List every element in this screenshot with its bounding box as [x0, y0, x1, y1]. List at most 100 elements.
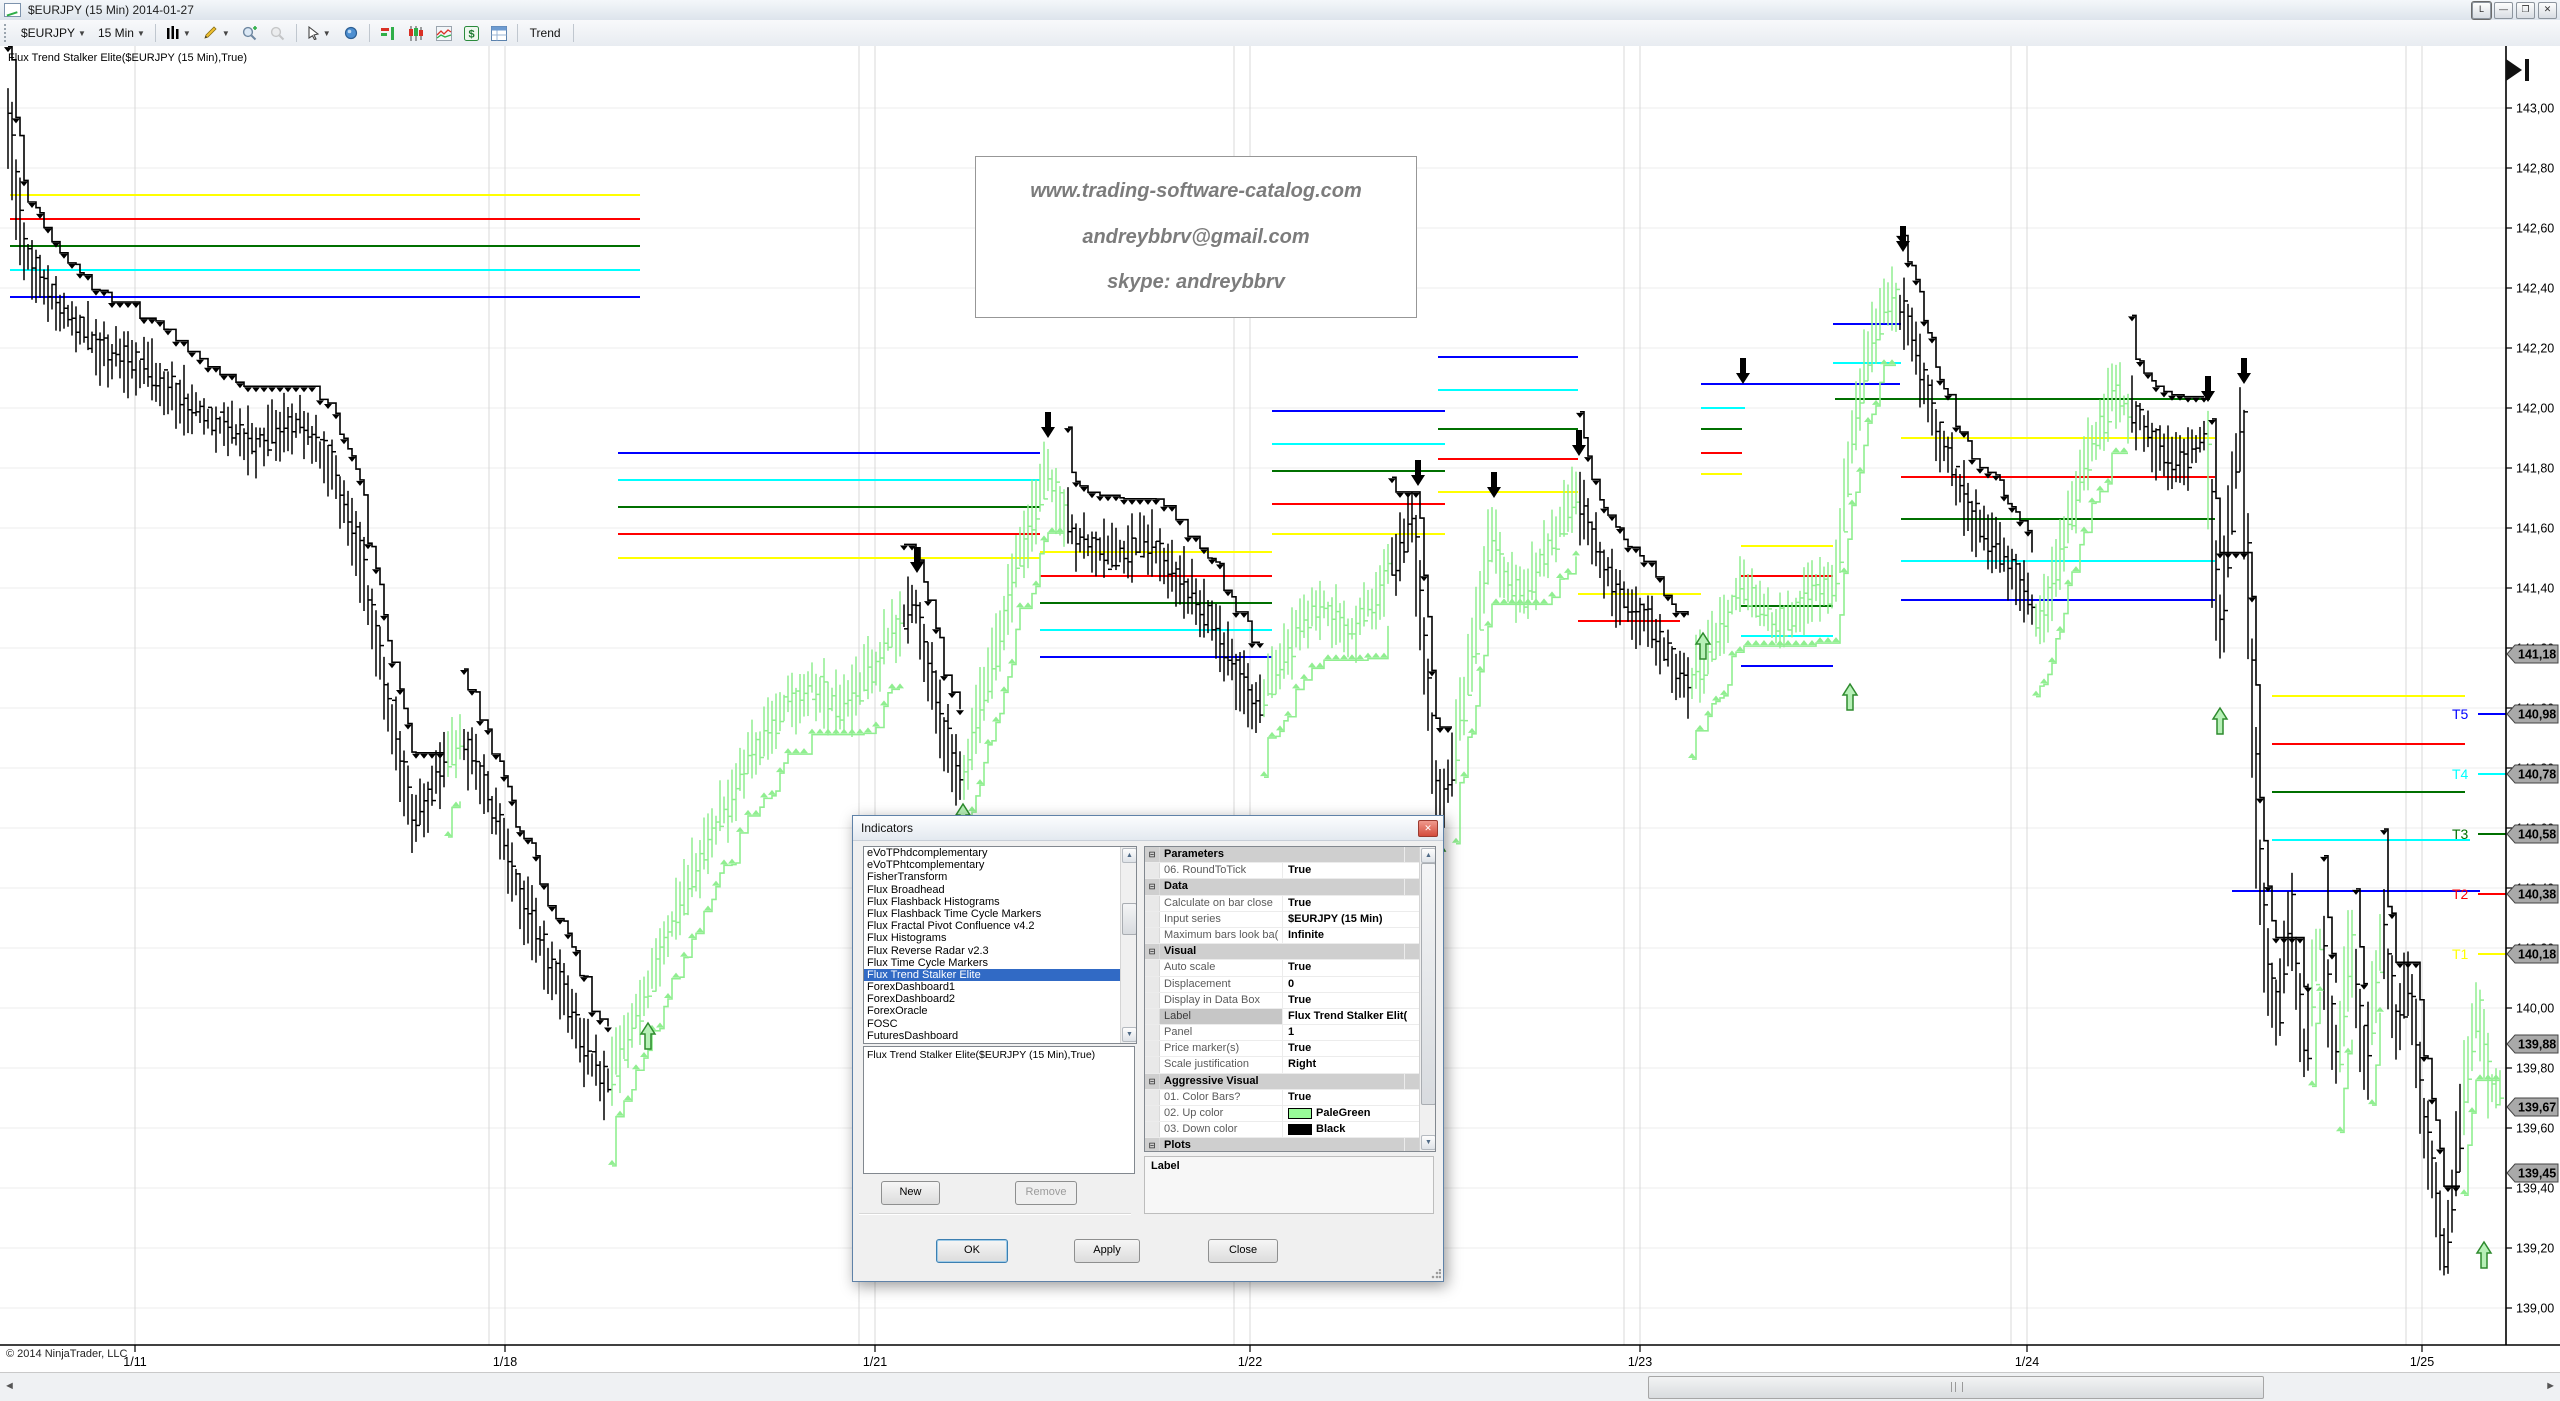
scroll-down-icon[interactable]: ▼	[1421, 1135, 1436, 1150]
property-row[interactable]: Maximum bars look ba(Infinite	[1145, 928, 1420, 944]
scrollbar-thumb[interactable]	[1122, 903, 1137, 935]
indicator-list-item[interactable]: Flux Time Cycle Markers	[864, 957, 1121, 969]
scroll-up-icon[interactable]: ▲	[1421, 848, 1436, 863]
indicator-list-item[interactable]: FisherTransform	[864, 871, 1121, 883]
scroll-right-icon[interactable]: ►	[2545, 1380, 2556, 1392]
property-value[interactable]: True	[1283, 1041, 1420, 1056]
scroll-left-icon[interactable]: ◄	[4, 1380, 15, 1392]
chart-window-button[interactable]	[402, 22, 430, 44]
go-to-last-bar-icon[interactable]	[2504, 56, 2538, 84]
draw-tool-dropdown[interactable]: ▼	[197, 22, 236, 44]
property-value[interactable]: 1	[1283, 1025, 1420, 1040]
scrollbar-thumb[interactable]	[1421, 863, 1436, 1105]
apply-button[interactable]: Apply	[1074, 1239, 1140, 1263]
cursor-dropdown[interactable]: ▼	[301, 22, 337, 44]
new-button[interactable]: New	[881, 1181, 940, 1205]
trend-tool-button[interactable]: Trend	[522, 24, 569, 42]
property-row[interactable]: Displacement0	[1145, 977, 1420, 993]
property-value[interactable]: True	[1283, 993, 1420, 1008]
property-row[interactable]: 03. Down colorBlack	[1145, 1122, 1420, 1138]
scroll-up-icon[interactable]: ▲	[1122, 848, 1137, 863]
property-row[interactable]: 06. RoundToTickTrue	[1145, 863, 1420, 879]
property-grid[interactable]: ⊟Parameters06. RoundToTickTrue⊟DataCalcu…	[1144, 846, 1436, 1152]
collapse-icon[interactable]: ⊟	[1145, 847, 1160, 862]
data-box-button[interactable]	[337, 22, 365, 44]
property-grid-scrollbar[interactable]: ▲ ▼	[1419, 847, 1435, 1151]
property-value[interactable]: Flux Trend Stalker Elit(	[1283, 1009, 1420, 1024]
property-category-row[interactable]: ⊟Visual	[1145, 944, 1420, 960]
property-row[interactable]: Panel1	[1145, 1025, 1420, 1041]
indicator-list-item[interactable]: Flux Fractal Pivot Confluence v4.2	[864, 920, 1121, 932]
zoom-out-button[interactable]	[264, 22, 292, 44]
indicator-list-item[interactable]: FOSC	[864, 1018, 1121, 1030]
dialog-close-button[interactable]: ✕	[1418, 820, 1438, 837]
collapse-icon[interactable]: ⊟	[1145, 1138, 1160, 1152]
indicator-list-item[interactable]: eVoTPhdcomplementary	[864, 847, 1121, 859]
indicator-list-item[interactable]: Flux Trend Stalker Elite	[864, 969, 1121, 981]
scrollbar-thumb[interactable]	[1648, 1376, 2264, 1399]
property-value[interactable]: Infinite	[1283, 928, 1420, 943]
property-row[interactable]: 02. Up colorPaleGreen	[1145, 1106, 1420, 1122]
property-category-row[interactable]: ⊟Plots	[1145, 1138, 1420, 1152]
property-value[interactable]: PaleGreen	[1283, 1106, 1420, 1121]
remove-button[interactable]: Remove	[1015, 1181, 1077, 1205]
property-row[interactable]: Scale justificationRight	[1145, 1057, 1420, 1073]
account-button[interactable]: $	[458, 22, 485, 44]
panel-button[interactable]	[485, 22, 513, 44]
market-analyzer-button[interactable]	[374, 22, 402, 44]
resize-grip[interactable]	[1431, 1269, 1441, 1279]
property-row[interactable]: Display in Data BoxTrue	[1145, 993, 1420, 1009]
property-category-row[interactable]: ⊟Parameters	[1145, 847, 1420, 863]
indicator-list-item[interactable]: ForexOracle	[864, 1005, 1121, 1017]
property-category-row[interactable]: ⊟Data	[1145, 879, 1420, 895]
property-value[interactable]: True	[1283, 960, 1420, 975]
indicators-dialog[interactable]: Indicators ✕ eVoTPhdcomplementaryeVoTPht…	[852, 815, 1444, 1282]
link-button[interactable]: L	[2472, 2, 2491, 19]
chart-style-button[interactable]	[430, 22, 458, 44]
indicator-list-item[interactable]: ForexDashboard1	[864, 981, 1121, 993]
property-value[interactable]: $EURJPY (15 Min)	[1283, 912, 1420, 927]
property-value[interactable]: True	[1283, 896, 1420, 911]
interval-dropdown[interactable]: 15 Min ▼	[92, 22, 151, 44]
property-value[interactable]: 0	[1283, 977, 1420, 992]
property-category-row[interactable]: ⊟Aggressive Visual	[1145, 1074, 1420, 1090]
configured-indicators-box[interactable]: Flux Trend Stalker Elite($EURJPY (15 Min…	[863, 1046, 1135, 1174]
property-row[interactable]: Input series$EURJPY (15 Min)	[1145, 912, 1420, 928]
zoom-in-button[interactable]	[236, 22, 264, 44]
property-value[interactable]: True	[1283, 1090, 1420, 1105]
indicator-list-item[interactable]: Flux Flashback Time Cycle Markers	[864, 908, 1121, 920]
property-value[interactable]: Black	[1283, 1122, 1420, 1137]
indicator-list-scrollbar[interactable]: ▲ ▼	[1120, 847, 1136, 1043]
property-value[interactable]: Right	[1283, 1057, 1420, 1072]
close-button[interactable]: Close	[1208, 1239, 1278, 1263]
indicator-list-item[interactable]: ForexDashboard2	[864, 993, 1121, 1005]
indicator-list-item[interactable]: Flux Flashback Histograms	[864, 896, 1121, 908]
indicator-list-item[interactable]: Flux Broadhead	[864, 884, 1121, 896]
dialog-titlebar[interactable]: Indicators ✕	[853, 816, 1443, 841]
collapse-icon[interactable]: ⊟	[1145, 879, 1160, 894]
property-value[interactable]: True	[1283, 863, 1420, 878]
property-row[interactable]: LabelFlux Trend Stalker Elit(	[1145, 1009, 1420, 1025]
collapse-icon[interactable]: ⊟	[1145, 1074, 1160, 1089]
collapse-icon[interactable]: ⊟	[1145, 944, 1160, 959]
toolbar-grip[interactable]	[4, 24, 11, 42]
horizontal-scrollbar[interactable]: ◄ ►	[0, 1372, 2560, 1401]
property-row[interactable]: 01. Color Bars?True	[1145, 1090, 1420, 1106]
indicator-list-item[interactable]: Flux Histograms	[864, 932, 1121, 944]
property-row[interactable]: Calculate on bar closeTrue	[1145, 896, 1420, 912]
indicator-list-item[interactable]: FuturesDashboard	[864, 1030, 1121, 1042]
configured-indicator-entry[interactable]: Flux Trend Stalker Elite($EURJPY (15 Min…	[867, 1049, 1095, 1061]
ok-button[interactable]: OK	[936, 1239, 1008, 1263]
close-button[interactable]: ✕	[2538, 2, 2557, 19]
minimize-button[interactable]: —	[2494, 2, 2513, 19]
indicator-list-item[interactable]: eVoTPhtcomplementary	[864, 859, 1121, 871]
instrument-dropdown[interactable]: $EURJPY ▼	[15, 22, 92, 44]
restore-button[interactable]: ❐	[2516, 2, 2535, 19]
bar-type-dropdown[interactable]: ▼	[160, 22, 197, 44]
indicator-list[interactable]: eVoTPhdcomplementaryeVoTPhtcomplementary…	[863, 846, 1137, 1044]
property-row[interactable]: Price marker(s)True	[1145, 1041, 1420, 1057]
indicator-list-item[interactable]: Flux Reverse Radar v2.3	[864, 945, 1121, 957]
scroll-down-icon[interactable]: ▼	[1122, 1027, 1137, 1042]
property-row[interactable]: Auto scaleTrue	[1145, 960, 1420, 976]
window-titlebar[interactable]: $EURJPY (15 Min) 2014-01-27 L — ❐ ✕	[0, 0, 2560, 21]
